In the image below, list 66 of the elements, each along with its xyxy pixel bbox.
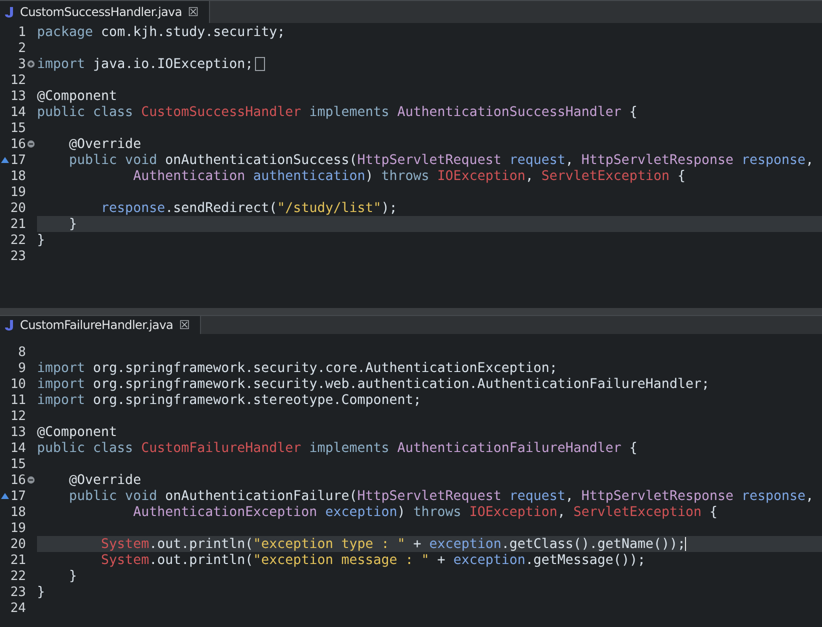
line-number: 22 <box>10 232 26 248</box>
java-file-icon <box>4 319 14 331</box>
line-number: 20 <box>10 200 26 216</box>
line-number: 14 <box>10 440 26 456</box>
code-line: System.out.println("exception type : " + exception.getClass().getName()); <box>100 536 686 552</box>
code-line: } <box>68 568 78 584</box>
code-line: @Override <box>68 136 142 152</box>
override-triangle-icon[interactable] <box>1 157 9 163</box>
code-line: import java.io.IOException; <box>37 56 254 72</box>
line-number: 11 <box>10 392 26 408</box>
code-line: System.out.println("exception message : " + exception.getMessage()); <box>100 552 646 568</box>
line-number: 8 <box>18 344 26 360</box>
editor-tab[interactable]: CustomFailureHandler.java ☒ <box>0 316 201 334</box>
code-line: @Override <box>68 472 142 488</box>
code-line: } <box>68 216 78 232</box>
code-line: import org.springframework.security.web.authentication.AuthenticationFailureHandler; <box>37 376 710 392</box>
line-number: 18 <box>10 168 26 184</box>
line-number: 24 <box>10 600 26 616</box>
line-number: 21 <box>10 216 26 232</box>
line-number: 3 <box>18 56 26 72</box>
close-icon[interactable]: ☒ <box>179 318 190 332</box>
code-line: import org.springframework.security.core.AuthenticationException; <box>37 360 558 376</box>
code-line: } <box>37 232 46 248</box>
line-number: 12 <box>10 72 26 88</box>
code-line: @Component <box>37 424 118 440</box>
code-line: public void onAuthenticationSuccess(HttpServletRequest request, HttpServletResponse response, <box>68 152 814 168</box>
line-number: 13 <box>10 424 26 440</box>
code-line: package com.kjh.study.security; <box>37 24 286 40</box>
collapse-fold-icon[interactable] <box>27 140 35 148</box>
code-line: Authentication authentication) throws IOException, ServletException { <box>132 168 686 184</box>
line-number: 20 <box>10 536 26 552</box>
folded-code-icon[interactable] <box>255 57 266 71</box>
line-number: 19 <box>10 520 26 536</box>
code-line: AuthenticationException exception) throws IOException, ServletException { <box>132 504 718 520</box>
line-number: 15 <box>10 456 26 472</box>
line-number: 13 <box>10 88 26 104</box>
line-number: 17 <box>10 152 26 168</box>
collapse-fold-icon[interactable] <box>27 476 35 484</box>
line-number: 23 <box>10 584 26 600</box>
close-icon[interactable]: ☒ <box>188 5 199 19</box>
line-number: 17 <box>10 488 26 504</box>
expand-fold-icon[interactable] <box>27 60 35 68</box>
line-number: 12 <box>10 408 26 424</box>
line-number: 21 <box>10 552 26 568</box>
editor-tab[interactable]: CustomSuccessHandler.java ☒ <box>0 1 210 23</box>
code-line: response.sendRedirect("/study/list"); <box>100 200 398 216</box>
line-number: 19 <box>10 184 26 200</box>
line-number: 10 <box>10 376 26 392</box>
line-number: 18 <box>10 504 26 520</box>
line-number: 14 <box>10 104 26 120</box>
code-line: } <box>37 584 46 600</box>
line-number: 22 <box>10 568 26 584</box>
code-line: import org.springframework.stereotype.Component; <box>37 392 422 408</box>
line-number: 2 <box>18 40 26 56</box>
code-line: public class CustomSuccessHandler implements AuthenticationSuccessHandler { <box>37 104 638 120</box>
line-number: 9 <box>18 360 26 376</box>
line-number: 1 <box>18 24 26 40</box>
java-file-icon <box>4 6 14 18</box>
code-line: public void onAuthenticationFailure(HttpServletRequest request, HttpServletResponse response, <box>68 488 814 504</box>
line-number: 16 <box>10 136 26 152</box>
override-triangle-icon[interactable] <box>1 493 9 499</box>
line-number: 23 <box>10 248 26 264</box>
line-number: 15 <box>10 120 26 136</box>
line-number: 16 <box>10 472 26 488</box>
code-line: @Component <box>37 88 118 104</box>
code-line: public class CustomFailureHandler implements AuthenticationFailureHandler { <box>37 440 638 456</box>
